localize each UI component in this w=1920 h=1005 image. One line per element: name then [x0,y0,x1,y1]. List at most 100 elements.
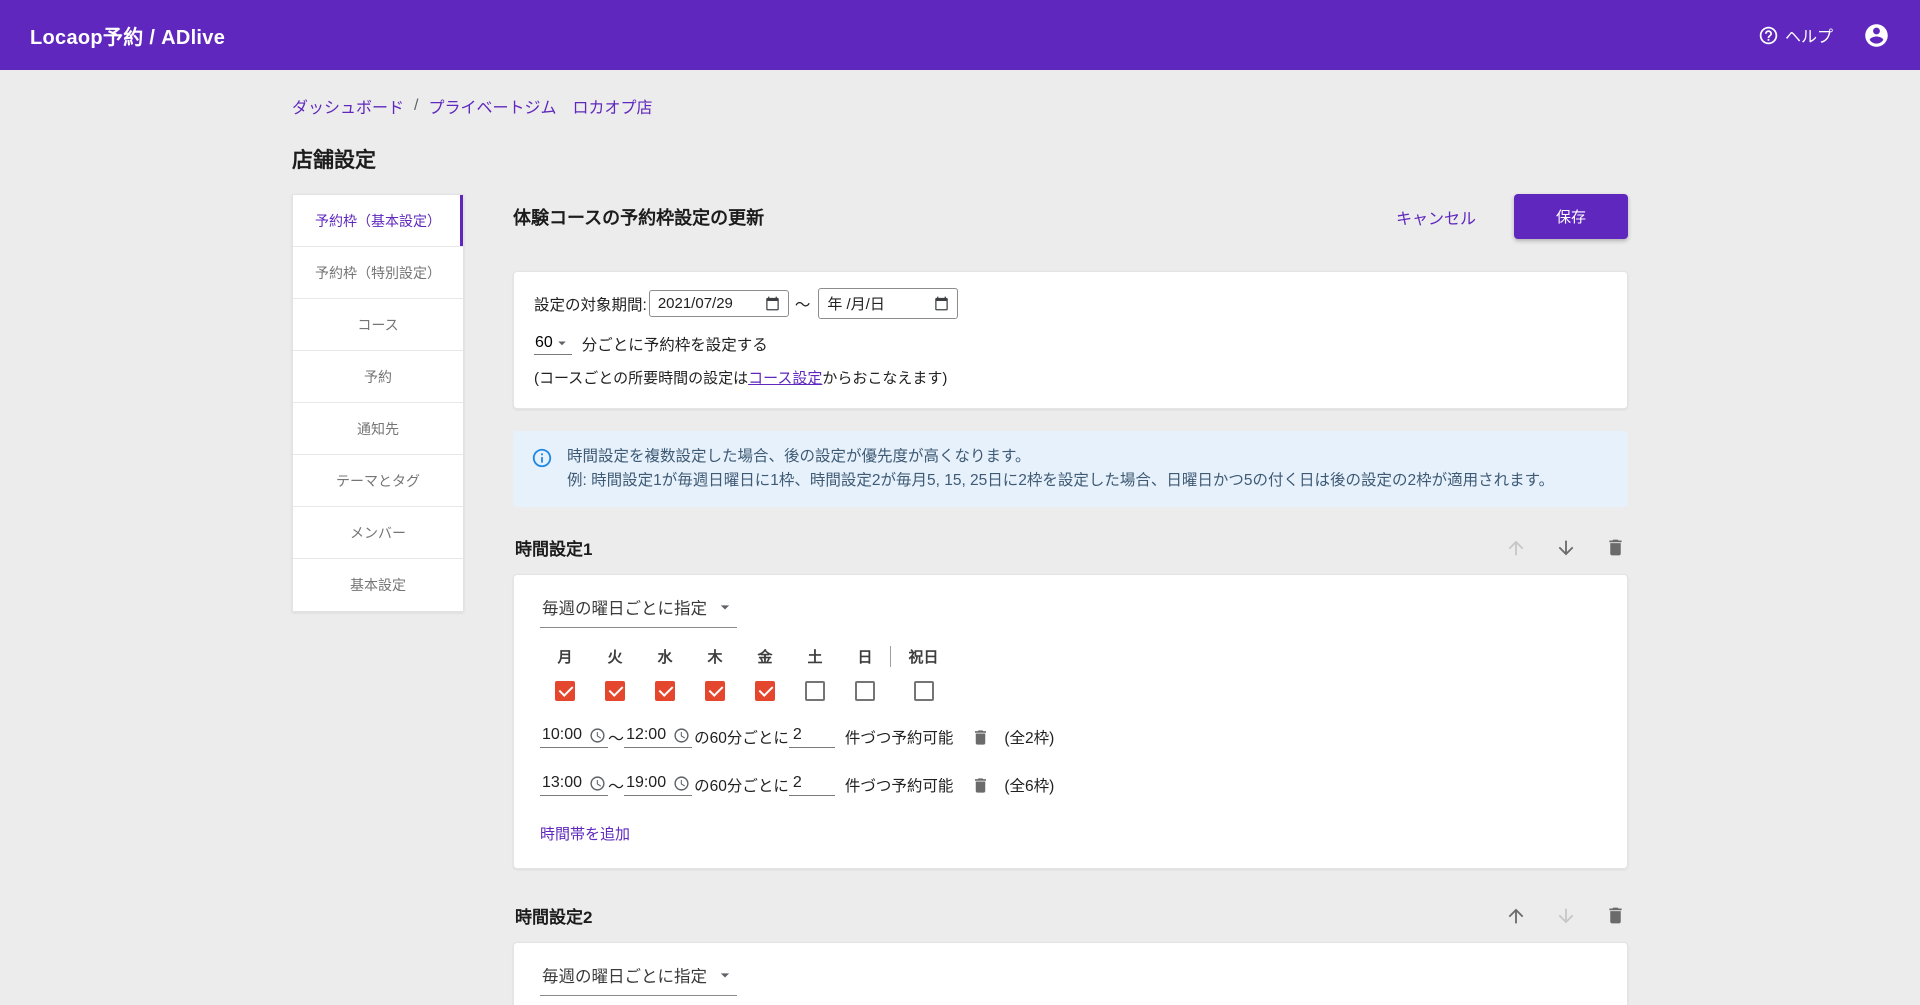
move-up-button[interactable] [1505,537,1527,559]
period-label: 設定の対象期間: [534,296,647,314]
breadcrumb-dashboard[interactable]: ダッシュボード [292,94,404,118]
end-time-value: 19:00 [626,774,667,792]
period-tilde: 〜 [794,296,811,314]
end-time-input[interactable]: 19:00 [624,774,693,797]
sidebar-item-basic-settings[interactable]: 基本設定 [293,559,463,611]
weekday-labels-row: 月 火 水 木 金 土 日 祝日 [540,646,1601,668]
weekday-label: 火 [607,649,623,667]
time-setting-2-header: 時間設定2 [515,903,1626,928]
time-tilde: 〜 [608,779,625,797]
slot-count-input[interactable]: 2 [788,726,835,749]
interval-text: 分ごとに予約枠を設定する [581,337,768,354]
slot-count-input[interactable]: 2 [788,774,835,797]
breadcrumb-separator: / [414,97,419,114]
main-heading: 体験コースの予約枠設定の更新 [513,207,765,228]
start-time-value: 13:00 [542,774,583,792]
time-slot-row: 13:00 〜 19:00 の60分ごとに 2 件づつ予約可能 (全6枠) [540,773,1601,797]
checkbox-friday[interactable] [755,681,775,702]
checkbox-holiday[interactable] [913,681,934,702]
delete-section-button[interactable] [1605,905,1626,926]
time-setting-2-title: 時間設定2 [515,908,593,928]
weekday-checkbox-row [540,681,1601,702]
time-slot-row: 10:00 〜 12:00 の60分ごとに 2 件づつ予約可能 (全2枠) [540,725,1601,749]
move-down-button[interactable] [1555,905,1577,927]
slot-total: (全2枠) [1004,730,1055,748]
account-button[interactable] [1863,22,1890,49]
sidebar-item-label: 予約枠（基本設定） [315,212,441,229]
weekday-label: 水 [657,649,673,667]
sidebar-item-themes-tags[interactable]: テーマとタグ [293,455,463,507]
sidebar-item-courses[interactable]: コース [293,299,463,351]
checkbox-tuesday[interactable] [605,681,625,702]
trash-icon [1605,905,1626,926]
time-setting-1-header: 時間設定1 [515,535,1626,560]
slot-suffix: 件づつ予約可能 [844,730,954,748]
interval-phrase: の60分ごとに [694,778,789,796]
help-label: ヘルプ [1784,29,1833,46]
app-bar: Locaop予約 / ADlive ヘルプ [0,0,1920,70]
clock-icon [589,775,606,792]
repeat-mode-label: 毎週の曜日ごとに指定 [542,968,707,987]
repeat-mode-select[interactable]: 毎週の曜日ごとに指定 [540,595,737,629]
interval-select[interactable]: 60 [534,334,572,355]
help-button[interactable]: ヘルプ [1758,23,1833,47]
info-icon [531,445,553,493]
save-button[interactable]: 保存 [1513,194,1628,239]
sidebar-item-slots-special[interactable]: 予約枠（特別設定） [293,247,463,299]
weekday-label: 日 [857,649,873,667]
move-up-button[interactable] [1505,905,1527,927]
weekday-label: 土 [807,649,823,667]
sidebar-item-slots-basic[interactable]: 予約枠（基本設定） [293,195,463,247]
weekday-label: 木 [707,649,723,667]
trash-icon [971,728,990,747]
arrow-up-icon [1505,537,1527,559]
sidebar-item-label: 予約 [364,368,392,385]
checkbox-thursday[interactable] [705,681,725,702]
checkbox-monday[interactable] [555,681,575,702]
start-date-value: 2021/07/29 [657,295,733,312]
delete-section-button[interactable] [1605,537,1626,558]
move-down-button[interactable] [1555,537,1577,559]
add-time-range-link[interactable]: 時間帯を追加 [540,823,630,844]
checkbox-saturday[interactable] [805,681,825,702]
page-title: 店舗設定 [292,149,376,172]
help-icon [1758,25,1779,46]
start-time-input[interactable]: 13:00 [540,774,609,797]
start-time-value: 10:00 [542,726,583,744]
caret-down-icon [553,334,571,352]
sidebar-item-notifications[interactable]: 通知先 [293,403,463,455]
time-tilde: 〜 [608,731,625,749]
breadcrumb-store[interactable]: プライベートジム ロカオプ店 [428,94,652,118]
delete-row-button[interactable] [971,776,990,795]
end-time-value: 12:00 [626,726,667,744]
sidebar-item-reservations[interactable]: 予約 [293,351,463,403]
sidebar-item-label: 予約枠（特別設定） [315,264,441,281]
settings-sidebar: 予約枠（基本設定） 予約枠（特別設定） コース 予約 通知先 テーマとタグ メン… [292,194,464,612]
arrow-down-icon [1555,537,1577,559]
sidebar-item-label: テーマとタグ [336,472,420,489]
slot-total: (全6枠) [1004,778,1055,796]
priority-info-banner: 時間設定を複数設定した場合、後の設定が優先度が高くなります。 例: 時間設定1が… [513,431,1628,508]
caret-down-icon [715,597,735,617]
arrow-up-icon [1505,905,1527,927]
end-date-input[interactable]: 年 /月/日 [818,288,959,319]
slot-suffix: 件づつ予約可能 [844,778,954,796]
end-date-value: 年 /月/日 [827,296,885,313]
start-date-input[interactable]: 2021/07/29 [648,290,789,317]
arrow-down-icon [1555,905,1577,927]
checkbox-sunday[interactable] [855,681,875,702]
course-settings-link[interactable]: コース設定 [748,370,822,387]
time-setting-2-card: 毎週の曜日ごとに指定 月 火 水 木 金 土 日 祝日 [513,942,1628,1005]
sidebar-item-label: 基本設定 [350,577,406,593]
clock-icon [673,727,690,744]
end-time-input[interactable]: 12:00 [624,726,693,749]
checkbox-wednesday[interactable] [655,681,675,702]
start-time-input[interactable]: 10:00 [540,726,609,749]
breadcrumb: ダッシュボード / プライベートジム ロカオプ店 [292,94,1628,118]
repeat-mode-select[interactable]: 毎週の曜日ごとに指定 [540,963,737,997]
cancel-button[interactable]: キャンセル [1396,205,1476,229]
sidebar-item-members[interactable]: メンバー [293,507,463,559]
trash-icon [971,776,990,795]
delete-row-button[interactable] [971,728,990,747]
course-note-suffix: からおこなえます) [822,370,948,387]
